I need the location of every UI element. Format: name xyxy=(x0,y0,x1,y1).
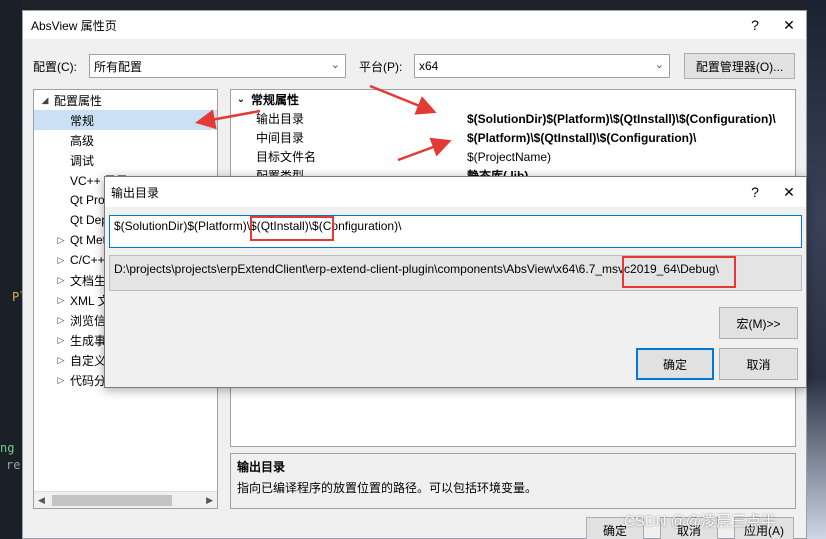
watermark: CSDN @@凌晨三点半 xyxy=(624,513,777,530)
arrow-to-output-dir-value xyxy=(369,84,437,115)
arrow-to-intermediate-dir-value xyxy=(397,137,452,162)
annotation-arrows xyxy=(195,84,452,162)
arrow-to-general-item xyxy=(195,109,261,130)
